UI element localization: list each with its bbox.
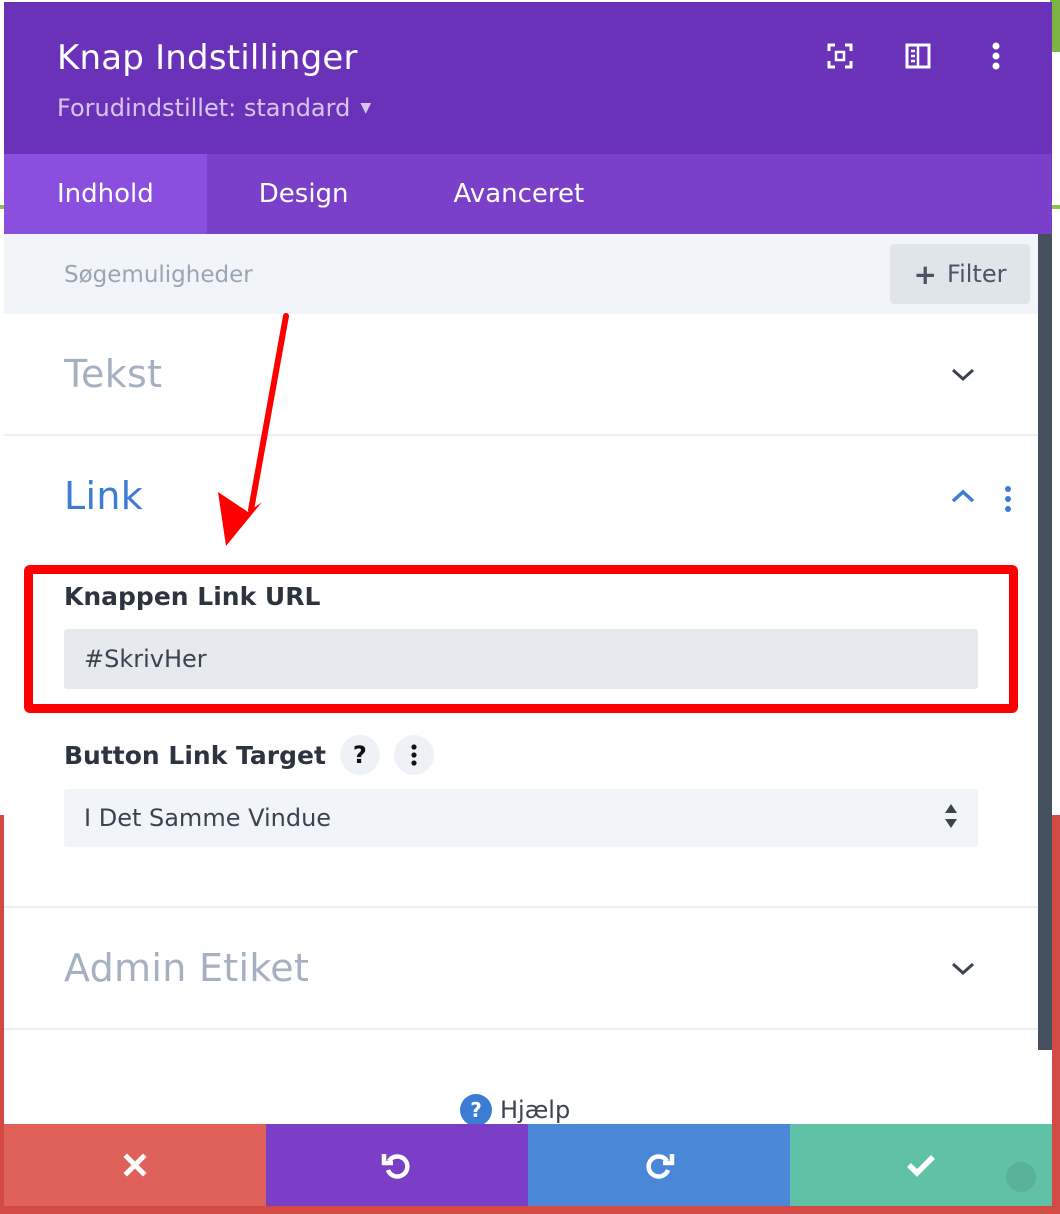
annotation-arrow-icon [218, 313, 289, 546]
